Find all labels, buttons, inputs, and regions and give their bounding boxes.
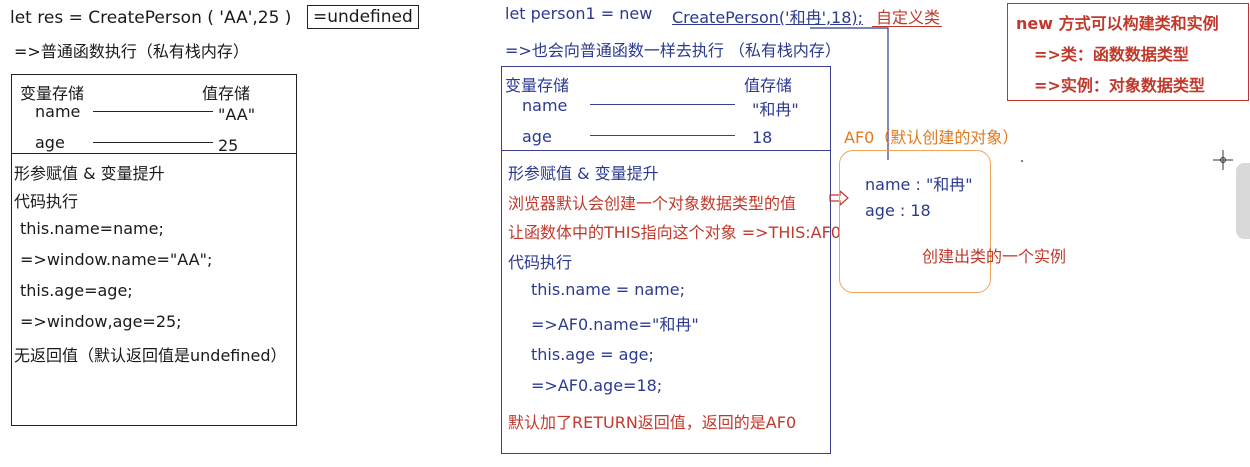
left-hdr-var: 变量存储 [20,84,85,103]
mid-step-exec: 代码执行 [508,253,573,272]
note-line-new: new 方式可以构建类和实例 [1016,14,1219,33]
mid-custom-class-note: 自定义类 [876,8,941,27]
mid-table-divider [501,150,831,151]
mid-var-name: name [522,96,568,115]
mid-note-underline [872,26,942,27]
mid-return-note: 默认加了RETURN返回值，返回的是AF0 [508,413,797,432]
crosshair-cursor-icon [1213,150,1233,170]
mid-var-age: age [522,127,552,146]
mid-code-call: CreatePerson('和冉',18); [672,8,864,27]
mid-code-line: let person1 = new [505,4,653,23]
note-line-instance: =>实例：对象数据类型 [1034,76,1205,95]
left-var-name: name [35,102,81,121]
mid-code-this-age: this.age = age; [531,345,654,364]
mid-code-this-name: this.name = name; [531,280,685,299]
mid-val-name: "和冉" [752,100,799,119]
left-return-note: 无返回值（默认返回值是undefined） [14,346,287,365]
mid-link-name [590,104,735,105]
mid-link-age [590,135,735,136]
left-val-name: "AA" [218,105,256,124]
mid-step-hoist: 形参赋值 & 变量提升 [508,164,659,183]
left-link-age [93,142,213,143]
object-instance-note: 创建出类的一个实例 [922,247,1067,266]
left-result-box: =undefined [307,5,419,29]
object-prop-age: age : 18 [865,201,931,220]
note-line-class: =>类：函数数据类型 [1034,45,1189,64]
left-code-line: let res = CreatePerson ( 'AA',25 ) [10,8,292,28]
mid-step-this: 让函数体中的THIS指向这个对象 =>THIS:AF0 [508,223,841,242]
summary-note-box: new 方式可以构建类和实例 =>类：函数数据类型 =>实例：对象数据类型 [1007,3,1249,101]
left-var-age: age [35,133,65,152]
side-scroll-handle[interactable] [1236,163,1250,239]
object-prop-name: name : "和冉" [865,175,973,194]
mid-hdr-var: 变量存储 [505,76,570,95]
left-step-hoist: 形参赋值 & 变量提升 [14,164,165,183]
object-label: AF0（默认创建的对象） [844,128,1019,147]
left-desc-line: =>普通函数执行（私有栈内存） [14,42,249,61]
left-code-window-name: =>window.name="AA"; [20,250,213,269]
left-val-age: 25 [218,136,239,155]
left-code-window-age: =>window,age=25; [20,312,182,331]
mid-desc-line: =>也会向普通函数一样去执行 （私有栈内存） [505,41,841,60]
left-code-this-name: this.name=name; [20,219,164,238]
left-hdr-val: 值存储 [202,84,251,103]
mid-code-af0-name: =>AF0.name="和冉" [531,315,699,334]
left-step-exec: 代码执行 [14,192,79,211]
mid-hdr-val: 值存储 [744,76,793,95]
left-code-this-age: this.age=age; [20,281,133,300]
mid-val-age: 18 [752,128,773,147]
left-table-divider [11,153,297,154]
left-link-name [93,111,213,112]
stray-dot [1021,160,1023,162]
mid-step-create: 浏览器默认会创建一个对象数据类型的值 [508,194,797,213]
mid-code-af0-age: =>AF0.age=18; [531,376,663,395]
